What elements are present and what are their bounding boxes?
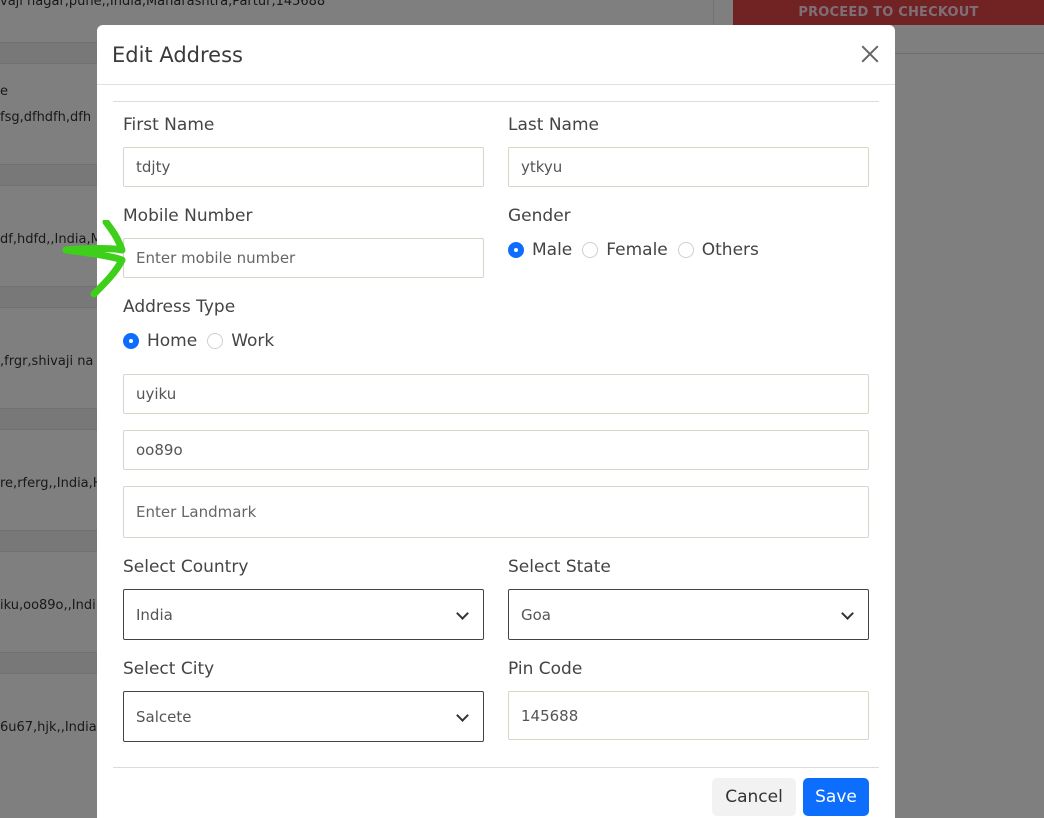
chevron-down-icon (841, 607, 854, 620)
chevron-down-icon (456, 607, 469, 620)
radio-checked-icon[interactable] (508, 242, 524, 258)
radio-unchecked-icon[interactable] (582, 242, 599, 258)
gender-label: Gender (508, 206, 571, 226)
cancel-button[interactable]: Cancel (712, 778, 796, 816)
radio-unchecked-icon[interactable] (677, 242, 694, 258)
state-label: Select State (508, 557, 611, 577)
address-type-radio-group: Home Work (123, 331, 284, 351)
annotation-arrow-icon (62, 220, 126, 298)
country-label: Select Country (123, 557, 249, 577)
chevron-down-icon (456, 709, 469, 722)
state-select[interactable]: Goa (508, 589, 869, 640)
last-name-label: Last Name (508, 115, 599, 135)
divider (113, 101, 879, 102)
mobile-number-label: Mobile Number (123, 206, 253, 226)
modal-header: Edit Address (97, 25, 895, 85)
state-selected-value: Goa (521, 605, 551, 624)
pincode-label: Pin Code (508, 659, 583, 679)
mobile-number-input[interactable] (123, 238, 484, 278)
address-type-option-work[interactable]: Work (207, 331, 274, 351)
footer-divider (113, 767, 879, 768)
city-label: Select City (123, 659, 215, 679)
close-icon[interactable] (859, 43, 881, 65)
country-selected-value: India (136, 605, 173, 624)
address-type-option-home[interactable]: Home (123, 331, 197, 351)
gender-option-label: Male (532, 240, 573, 260)
landmark-input[interactable] (123, 486, 869, 538)
address-type-option-label: Home (147, 331, 198, 351)
address-line1-input[interactable] (123, 374, 869, 414)
radio-checked-icon[interactable] (123, 333, 139, 349)
country-select[interactable]: India (123, 589, 484, 640)
pincode-input[interactable] (508, 691, 869, 740)
city-select[interactable]: Salcete (123, 691, 484, 742)
gender-radio-group: Male Female Others (508, 240, 769, 260)
city-selected-value: Salcete (136, 707, 192, 726)
first-name-label: First Name (123, 115, 215, 135)
modal-title: Edit Address (112, 42, 243, 67)
radio-unchecked-icon[interactable] (207, 333, 224, 349)
gender-option-others[interactable]: Others (677, 240, 759, 260)
gender-option-label: Female (606, 240, 668, 260)
edit-address-modal: Edit Address First Name Last Name Mobile… (97, 25, 895, 818)
gender-option-male[interactable]: Male (508, 240, 572, 260)
address-line2-input[interactable] (123, 430, 869, 470)
first-name-input[interactable] (123, 147, 484, 187)
address-type-label: Address Type (123, 297, 236, 317)
address-type-option-label: Work (231, 331, 275, 351)
gender-option-label: Others (701, 240, 759, 260)
save-button[interactable]: Save (803, 778, 869, 816)
last-name-input[interactable] (508, 147, 869, 187)
gender-option-female[interactable]: Female (582, 240, 668, 260)
